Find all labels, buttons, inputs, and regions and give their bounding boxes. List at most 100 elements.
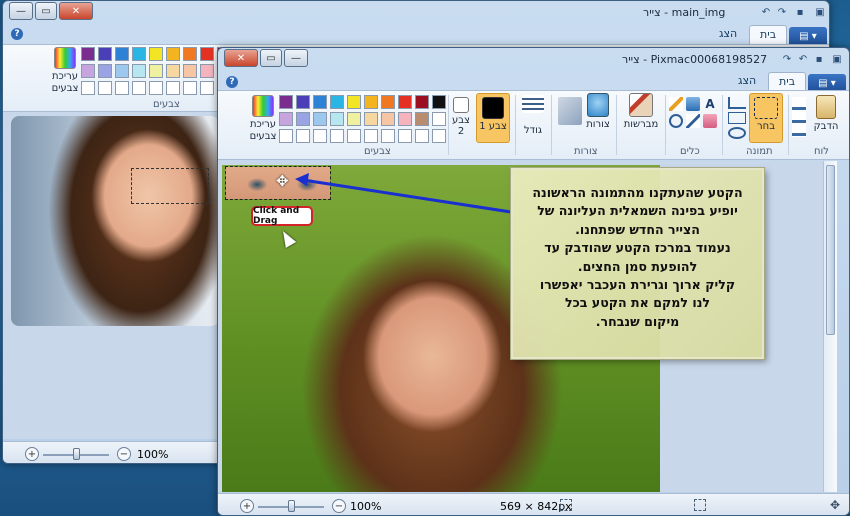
paste-button[interactable]: הדבק [810, 95, 842, 132]
custom-color-slot[interactable] [296, 129, 310, 143]
back-close-button[interactable]: ✕ [59, 2, 93, 20]
back-zoom-thumb[interactable] [73, 448, 80, 460]
front-tab-home[interactable]: בית [768, 72, 807, 92]
custom-color-slot[interactable] [200, 81, 214, 95]
color-swatch[interactable] [279, 95, 293, 109]
color-swatch[interactable] [296, 112, 310, 126]
color-swatch[interactable] [296, 95, 310, 109]
back-edit-colors-button[interactable]: עריכת צבעים [47, 47, 83, 95]
front-tab-view[interactable]: הצג [728, 72, 766, 92]
custom-color-slot[interactable] [279, 129, 293, 143]
color-swatch[interactable] [347, 95, 361, 109]
magnifier-icon[interactable] [669, 114, 683, 128]
front-edit-colors-button[interactable]: עריכת צבעים [246, 95, 280, 143]
custom-color-slot[interactable] [364, 129, 378, 143]
help-icon[interactable]: ? [11, 28, 23, 40]
redo-icon[interactable]: ↷ [775, 5, 789, 19]
color-swatch[interactable] [132, 64, 146, 78]
custom-color-slot[interactable] [381, 129, 395, 143]
color-swatch[interactable] [432, 95, 446, 109]
color-swatch[interactable] [98, 64, 112, 78]
fill-icon[interactable] [686, 97, 700, 111]
color-swatch[interactable] [183, 47, 197, 61]
back-maximize-button[interactable]: ▭ [35, 2, 57, 20]
custom-color-slot[interactable] [132, 81, 146, 95]
color-swatch[interactable] [149, 64, 163, 78]
custom-color-slot[interactable] [313, 129, 327, 143]
color-swatch[interactable] [115, 64, 129, 78]
back-zoom-out-button[interactable]: − [117, 447, 131, 461]
color-swatch[interactable] [432, 112, 446, 126]
color-swatch[interactable] [347, 112, 361, 126]
color-swatch[interactable] [313, 95, 327, 109]
scroll-thumb[interactable] [826, 165, 835, 335]
color-swatch[interactable] [115, 47, 129, 61]
rotate-icon[interactable] [728, 127, 746, 139]
custom-color-slot[interactable] [115, 81, 129, 95]
color-swatch[interactable] [364, 95, 378, 109]
color-swatch[interactable] [183, 64, 197, 78]
color-swatch[interactable] [279, 112, 293, 126]
color-swatch[interactable] [398, 112, 412, 126]
custom-color-slot[interactable] [330, 129, 344, 143]
pencil-icon[interactable] [669, 97, 683, 111]
custom-color-slot[interactable] [432, 129, 446, 143]
color-swatch[interactable] [200, 47, 214, 61]
color-swatch[interactable] [415, 95, 429, 109]
front-zoom-in-button[interactable]: + [240, 499, 254, 513]
save-icon[interactable]: ▪ [793, 5, 807, 19]
front-close-button[interactable]: ✕ [224, 49, 258, 67]
color-picker-icon[interactable] [686, 114, 700, 128]
custom-color-slot[interactable] [347, 129, 361, 143]
custom-color-slot[interactable] [81, 81, 95, 95]
color-swatch[interactable] [81, 47, 95, 61]
custom-color-slot[interactable] [149, 81, 163, 95]
color-swatch[interactable] [381, 112, 395, 126]
custom-color-slot[interactable] [415, 129, 429, 143]
color-swatch[interactable] [313, 112, 327, 126]
front-help-icon[interactable]: ? [226, 76, 238, 88]
custom-color-slot[interactable] [98, 81, 112, 95]
color2-button[interactable]: צבע 2 [450, 97, 472, 137]
resize-icon[interactable] [728, 112, 746, 124]
color-swatch[interactable] [81, 64, 95, 78]
custom-color-slot[interactable] [166, 81, 180, 95]
color-swatch[interactable] [200, 64, 214, 78]
color-swatch[interactable] [364, 112, 378, 126]
cut-copy-icons[interactable] [792, 97, 806, 137]
color-swatch[interactable] [149, 47, 163, 61]
size-button[interactable]: גודל [519, 95, 547, 136]
color1-button[interactable]: צבע 1 [476, 93, 510, 143]
color-swatch[interactable] [132, 47, 146, 61]
back-tab-view[interactable]: הצג [709, 25, 747, 45]
color-swatch[interactable] [398, 95, 412, 109]
color-swatch[interactable] [381, 95, 395, 109]
undo-icon[interactable]: ↶ [759, 5, 773, 19]
select-button[interactable]: בחר [749, 93, 783, 143]
eraser-icon[interactable] [703, 114, 717, 128]
front-save-icon[interactable]: ▪ [812, 52, 826, 66]
app-menu-icon[interactable]: ▣ [813, 5, 827, 19]
brushes-button[interactable]: מברשות [620, 93, 662, 130]
front-zoom-thumb[interactable] [288, 500, 295, 512]
front-minimize-button[interactable]: — [284, 49, 308, 67]
front-app-menu-icon[interactable]: ▣ [830, 52, 844, 66]
custom-color-slot[interactable] [183, 81, 197, 95]
crop-icon[interactable] [728, 97, 746, 109]
front-maximize-button[interactable]: ▭ [260, 49, 282, 67]
back-canvas-image[interactable] [11, 116, 219, 326]
custom-color-slot[interactable] [398, 129, 412, 143]
shape-tools[interactable] [558, 97, 582, 125]
shapes-button[interactable]: צורות [582, 93, 614, 130]
back-tab-file[interactable]: ▤ ▾ [789, 27, 827, 45]
front-redo-icon[interactable]: ↷ [780, 52, 794, 66]
text-icon[interactable]: A [703, 97, 717, 111]
color-swatch[interactable] [166, 47, 180, 61]
color-swatch[interactable] [415, 112, 429, 126]
front-undo-icon[interactable]: ↶ [796, 52, 810, 66]
back-tab-home[interactable]: בית [749, 25, 788, 45]
front-vertical-scrollbar[interactable] [823, 161, 837, 492]
front-zoom-out-button[interactable]: − [332, 499, 346, 513]
color-swatch[interactable] [166, 64, 180, 78]
back-zoom-in-button[interactable]: + [25, 447, 39, 461]
